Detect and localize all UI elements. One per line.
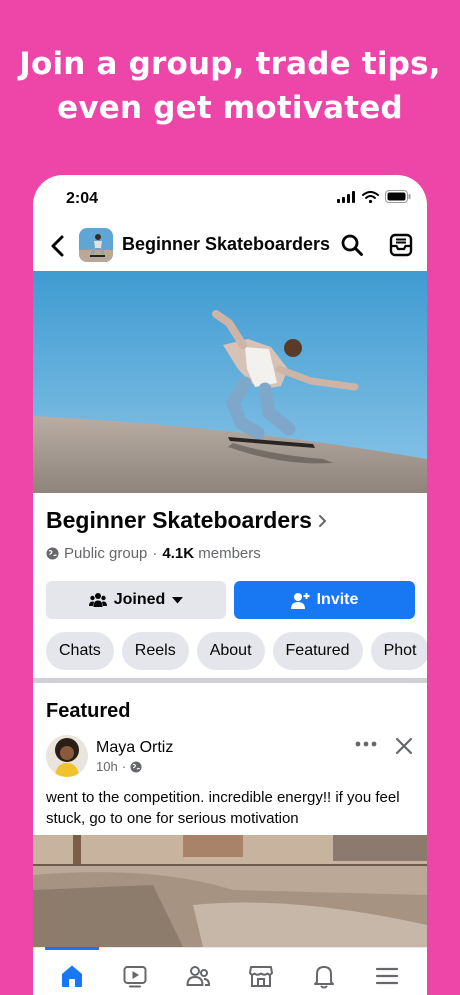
post-image[interactable] <box>33 835 427 947</box>
globe-icon <box>130 760 142 773</box>
tab-photos[interactable]: Phot <box>370 632 427 670</box>
headline-line-1: Join a group, trade tips, <box>19 46 441 82</box>
status-time: 2:04 <box>66 190 99 207</box>
phone-screen: 2:04 Beginner Skateboarders Beginner Ska… <box>33 175 427 995</box>
post-author[interactable]: Maya Ortiz <box>96 739 173 757</box>
group-meta: Public group · 4.1K members <box>46 545 261 562</box>
inbox-icon[interactable] <box>388 232 414 258</box>
invite-label: Invite <box>316 591 359 608</box>
headline-line-2: even get motivated <box>57 90 403 126</box>
group-cover-photo <box>33 271 427 493</box>
group-name[interactable]: Beginner Skateboarders <box>46 507 328 534</box>
post-text: went to the competition. incredible ener… <box>46 789 400 827</box>
video-icon[interactable] <box>120 961 150 991</box>
notifications-icon[interactable] <box>309 961 339 991</box>
invite-button[interactable]: Invite <box>234 581 415 619</box>
group-members-icon <box>88 593 107 607</box>
joined-button[interactable]: Joined <box>46 581 226 619</box>
more-options-icon[interactable] <box>355 741 377 747</box>
home-icon[interactable] <box>57 961 87 991</box>
post-meta: 10h · <box>96 759 142 774</box>
group-nav-bar: Beginner Skateboarders <box>33 223 427 271</box>
battery-icon <box>385 190 411 203</box>
meta-separator: · <box>152 545 158 562</box>
post-meta-separator: · <box>121 759 127 774</box>
bottom-nav <box>33 947 427 995</box>
tab-chats[interactable]: Chats <box>46 632 114 670</box>
chevron-right-icon <box>318 514 327 527</box>
avatar[interactable] <box>46 735 88 777</box>
search-icon[interactable] <box>340 233 364 257</box>
joined-label: Joined <box>113 591 166 608</box>
marketplace-icon[interactable] <box>246 961 276 991</box>
nav-title: Beginner Skateboarders <box>122 234 331 254</box>
wifi-icon <box>362 190 379 203</box>
post-time: 10h <box>96 759 118 774</box>
add-person-icon <box>290 592 310 609</box>
group-tabs: Chats Reels About Featured Phot <box>46 632 427 670</box>
section-divider <box>33 678 427 683</box>
tab-reels[interactable]: Reels <box>121 632 189 670</box>
tab-featured[interactable]: Featured <box>272 632 363 670</box>
member-count: 4.1K members <box>162 545 261 562</box>
back-arrow-icon[interactable] <box>49 233 67 259</box>
signal-icon <box>337 190 355 203</box>
menu-icon[interactable] <box>372 961 402 991</box>
status-bar: 2:04 <box>33 175 427 223</box>
close-icon[interactable] <box>394 736 414 756</box>
caret-down-icon <box>172 596 184 603</box>
tab-about[interactable]: About <box>196 632 265 670</box>
group-thumbnail[interactable] <box>79 228 113 262</box>
group-privacy: Public group <box>64 545 148 562</box>
globe-icon <box>46 547 59 560</box>
groups-icon[interactable] <box>183 961 213 991</box>
promo-headline: Join a group, trade tips, even get motiv… <box>0 42 460 130</box>
featured-section-title: Featured <box>46 700 131 722</box>
active-tab-indicator <box>45 947 99 950</box>
